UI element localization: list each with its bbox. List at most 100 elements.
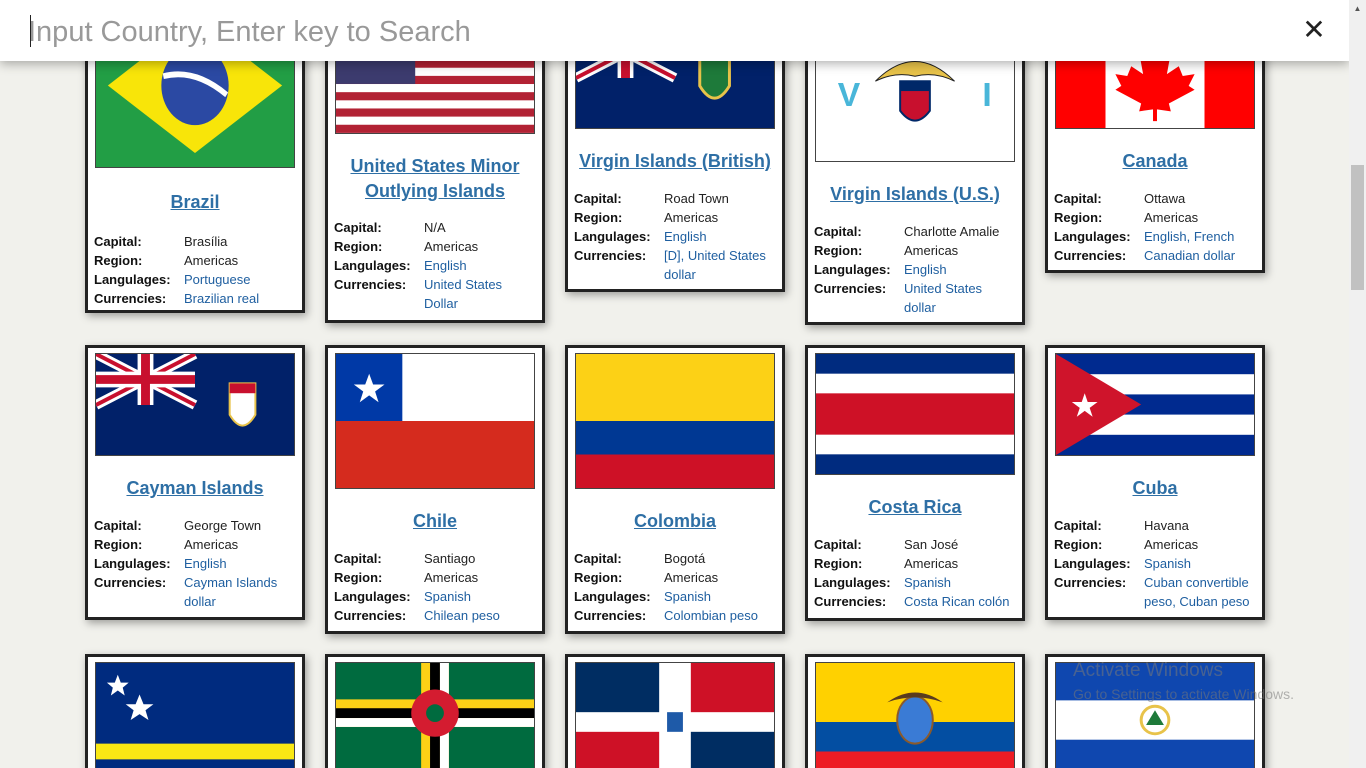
capital-value: Brasília (184, 234, 228, 249)
region-value: Americas (904, 243, 959, 258)
region-label: Region: (334, 570, 383, 585)
currencies-value: Cayman Islands dollar (184, 575, 278, 609)
flag-image-costa-rica[interactable] (815, 353, 1015, 475)
currencies-value: Colombian peso (664, 608, 758, 623)
region-value: Americas (184, 253, 239, 268)
languages-label: Langulages: (1054, 556, 1131, 571)
country-name-link[interactable]: Virgin Islands (U.S.) (814, 182, 1016, 207)
region-value: Americas (1144, 537, 1199, 552)
capital-value: San José (904, 537, 959, 552)
flag-image-cuba[interactable] (1055, 353, 1255, 456)
currencies-label: Currencies: (574, 248, 647, 263)
flag-image-dominican-republic[interactable] (575, 662, 775, 768)
country-name-link[interactable]: Chile (334, 509, 536, 534)
currencies-value: Canadian dollar (1144, 248, 1236, 263)
capital-label: Capital: (94, 234, 142, 249)
region-label: Region: (574, 210, 623, 225)
region-value: Americas (424, 239, 479, 254)
region-label: Region: (94, 253, 143, 268)
capital-label: Capital: (94, 518, 142, 533)
capital-label: Capital: (814, 537, 862, 552)
region-label: Region: (334, 239, 383, 254)
country-card-dominica (325, 654, 545, 768)
currencies-label: Currencies: (814, 281, 887, 296)
languages-label: Langulages: (574, 229, 651, 244)
country-name-link[interactable]: Colombia (574, 509, 776, 534)
vertical-scrollbar[interactable]: ▲ (1349, 0, 1366, 768)
country-name-link[interactable]: Brazil (94, 190, 296, 215)
languages-value: English, French (1144, 229, 1235, 244)
country-name-link[interactable]: Costa Rica (814, 495, 1016, 520)
svg-text:V: V (838, 77, 861, 114)
region-label: Region: (814, 556, 863, 571)
languages-label: Langulages: (94, 556, 171, 571)
languages-label: Langulages: (1054, 229, 1131, 244)
region-label: Region: (1054, 210, 1103, 225)
flag-image-el-salvador[interactable] (1055, 662, 1255, 768)
currencies-label: Currencies: (814, 594, 887, 609)
text-caret (30, 15, 31, 47)
flag-image-curacao[interactable] (95, 662, 295, 768)
currencies-label: Currencies: (94, 575, 167, 590)
currencies-label: Currencies: (334, 277, 407, 292)
region-label: Region: (814, 243, 863, 258)
capital-label: Capital: (814, 224, 862, 239)
search-input[interactable] (28, 10, 1268, 54)
currencies-label: Currencies: (574, 608, 647, 623)
region-value: Americas (664, 570, 719, 585)
region-label: Region: (94, 537, 143, 552)
capital-value: Bogotá (664, 551, 706, 566)
languages-value: Portuguese (184, 272, 251, 287)
close-icon[interactable]: ✕ (1300, 14, 1328, 46)
currencies-value: [D], United States dollar (664, 248, 766, 282)
languages-label: Langulages: (814, 262, 891, 277)
currencies-label: Currencies: (1054, 248, 1127, 263)
region-value: Americas (904, 556, 959, 571)
currencies-value: Chilean peso (424, 608, 500, 623)
flag-image-colombia[interactable] (575, 353, 775, 489)
country-card-dominican-republic (565, 654, 785, 768)
scrollbar-thumb[interactable] (1351, 165, 1364, 290)
region-value: Americas (184, 537, 239, 552)
languages-label: Langulages: (574, 589, 651, 604)
capital-label: Capital: (1054, 518, 1102, 533)
currencies-value: Cuban convertible peso, Cuban peso (1144, 575, 1250, 609)
country-card-curacao (85, 654, 305, 768)
search-bar: ✕ (0, 0, 1349, 61)
country-name-link[interactable]: Virgin Islands (British) (574, 149, 776, 174)
languages-label: Langulages: (94, 272, 171, 287)
languages-value: English (184, 556, 227, 571)
country-card-cayman-islands: Cayman Islands Capital: George Town Regio… (85, 345, 305, 620)
languages-label: Langulages: (814, 575, 891, 590)
scroll-up-arrow-icon[interactable]: ▲ (1349, 0, 1366, 17)
languages-value: English (424, 258, 467, 273)
languages-value: Spanish (904, 575, 951, 590)
svg-text:I: I (982, 77, 991, 114)
flag-image-chile[interactable] (335, 353, 535, 489)
flag-image-dominica[interactable] (335, 662, 535, 768)
region-label: Region: (574, 570, 623, 585)
capital-value: Road Town (664, 191, 729, 206)
country-name-link[interactable]: Canada (1054, 149, 1256, 174)
country-card-us-minor-outlying-islands: United States Minor Outlying Islands Cap… (325, 18, 545, 323)
languages-label: Langulages: (334, 589, 411, 604)
region-label: Region: (1054, 537, 1103, 552)
country-name-link[interactable]: Cayman Islands (94, 476, 296, 501)
flag-image-ecuador[interactable] (815, 662, 1015, 768)
country-name-link[interactable]: Cuba (1054, 476, 1256, 501)
currencies-label: Currencies: (1054, 575, 1127, 590)
country-card-chile: Chile Capital: Santiago Region: Americas L… (325, 345, 545, 634)
languages-value: English (664, 229, 707, 244)
capital-value: George Town (184, 518, 262, 533)
capital-value: Santiago (424, 551, 476, 566)
languages-label: Langulages: (334, 258, 411, 273)
languages-value: Spanish (664, 589, 711, 604)
currencies-label: Currencies: (334, 608, 407, 623)
region-value: Americas (424, 570, 479, 585)
flag-image-cayman[interactable] (95, 353, 295, 456)
country-card-virgin-islands-us: V I Virgin Islands (U.S.) Capital: Charlo… (805, 18, 1025, 325)
languages-value: English (904, 262, 947, 277)
country-name-link[interactable]: United States Minor Outlying Islands (334, 154, 536, 204)
currencies-value: Brazilian real (184, 291, 260, 306)
capital-label: Capital: (574, 191, 622, 206)
